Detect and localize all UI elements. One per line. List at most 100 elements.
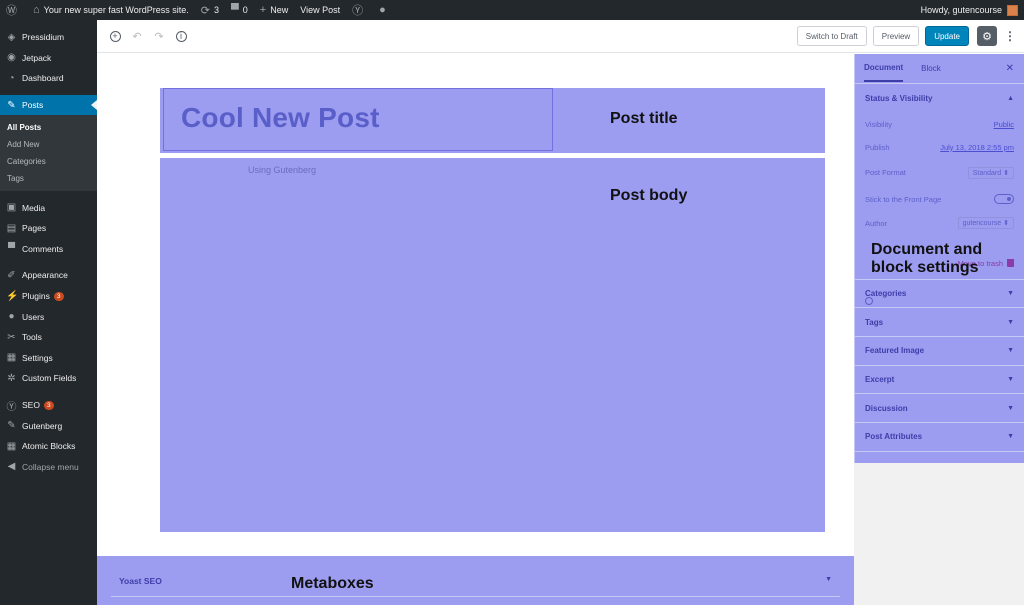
- panel-discussion[interactable]: Discussion ▼: [855, 394, 1024, 424]
- sidebar-item-jetpack[interactable]: ◉ Jetpack: [0, 48, 97, 69]
- metabox-divider: [111, 596, 840, 597]
- publish-date-toggle[interactable]: July 13, 2018 2:55 pm: [940, 143, 1014, 152]
- preview-button[interactable]: Preview: [872, 26, 920, 46]
- chevron-down-icon: ▼: [1007, 318, 1014, 326]
- sidebar-item-dashboard[interactable]: ◔ Dashboard: [0, 68, 97, 89]
- sidebar-item-tools[interactable]: ✂ Tools: [0, 327, 97, 348]
- post-title-input[interactable]: Cool New Post: [181, 102, 380, 134]
- redo-icon: ↷: [154, 30, 164, 43]
- panel-post-attributes[interactable]: Post Attributes ▼: [855, 423, 1024, 452]
- posts-submenu: All Posts Add New Categories Tags: [0, 115, 97, 192]
- settings-icon: ▦: [6, 352, 17, 364]
- annotation-post-body: Post body: [610, 187, 688, 204]
- panel-featured-image[interactable]: Featured Image ▼: [855, 337, 1024, 366]
- sidebar-item-custom-fields[interactable]: ✲ Custom Fields: [0, 368, 97, 389]
- visibility-toggle[interactable]: Public: [994, 120, 1014, 129]
- gear-icon: ⚙: [982, 30, 992, 43]
- updates-link[interactable]: ⟳ 3: [195, 0, 225, 20]
- chevron-down-icon[interactable]: ▼: [825, 576, 832, 583]
- panel-tags[interactable]: Tags ▼: [855, 308, 1024, 338]
- plus-icon: +: [259, 4, 267, 16]
- pages-icon: ▤: [6, 222, 17, 234]
- chevron-down-icon: ▼: [1007, 347, 1014, 355]
- sidebar-item-posts[interactable]: ✎ Posts: [0, 94, 97, 116]
- refresh-icon: ⟳: [200, 4, 210, 17]
- info-button[interactable]: i: [173, 28, 189, 44]
- avatar: [1007, 4, 1018, 16]
- jetpack-icon: ◉: [7, 52, 16, 64]
- sidebar-item-users[interactable]: ● Users: [0, 306, 97, 327]
- add-block-button[interactable]: +: [107, 28, 123, 44]
- wrench-icon: ✂: [7, 331, 16, 343]
- view-post-link[interactable]: View Post: [294, 0, 346, 20]
- chevron-down-icon: ▼: [1007, 290, 1014, 298]
- panel-status-visibility[interactable]: Status & Visibility ▲: [855, 84, 1024, 113]
- sidebar-empty-area: [854, 463, 1024, 605]
- sidebar-item-plugins[interactable]: ⚡ Plugins 3: [0, 286, 97, 307]
- submenu-categories[interactable]: Categories: [0, 153, 97, 170]
- submenu-all-posts[interactable]: All Posts: [0, 119, 97, 136]
- status-dot-icon[interactable]: ●: [373, 0, 396, 20]
- account-menu[interactable]: Howdy, gutencourse: [921, 4, 1024, 16]
- kebab-menu-icon: ⋮: [1004, 29, 1016, 43]
- sidebar-item-pages[interactable]: ▤ Pages: [0, 218, 97, 239]
- annotation-post-title: Post title: [610, 110, 678, 127]
- editor-canvas: Cool New Post Post title Using Gutenberg…: [97, 54, 854, 556]
- undo-button[interactable]: ↶: [129, 28, 145, 44]
- comments-link[interactable]: ▀ 0: [225, 0, 254, 20]
- sidebar-item-appearance[interactable]: ✐ Appearance: [0, 265, 97, 286]
- comments-icon: ▀: [7, 243, 16, 255]
- sidebar-item-media[interactable]: ▣ Media: [0, 197, 97, 218]
- blocks-icon: ▦: [6, 440, 17, 452]
- author-select[interactable]: gutencourse ⬍: [957, 217, 1014, 230]
- seo-badge: 3: [43, 400, 54, 410]
- trash-icon: [1007, 259, 1014, 268]
- sticky-toggle[interactable]: [994, 194, 1014, 205]
- admin-bar: Ⓦ ⌂ Your new super fast WordPress site. ⟳…: [0, 0, 1024, 20]
- metaboxes-region: Yoast SEO ▼: [97, 556, 854, 605]
- yoast-icon: Ⓨ: [6, 401, 17, 413]
- sidebar-item-collapse-menu[interactable]: ◀ Collapse menu: [0, 457, 97, 478]
- select-arrows-icon: ⬍: [1003, 220, 1009, 228]
- yoast-adminbar-icon[interactable]: Ⓨ: [346, 0, 373, 20]
- gutenberg-icon: ✎: [7, 420, 16, 432]
- yoast-seo-metabox-title[interactable]: Yoast SEO: [119, 576, 162, 586]
- paragraph-block[interactable]: Using Gutenberg: [248, 165, 316, 175]
- more-options-button[interactable]: ⋮: [1004, 29, 1016, 43]
- post-format-select[interactable]: Standard ⬍: [967, 166, 1014, 179]
- sidebar-item-comments[interactable]: ▀ Comments: [0, 239, 97, 260]
- new-content-link[interactable]: + New: [254, 0, 294, 20]
- update-button[interactable]: Update: [925, 26, 969, 46]
- sidebar-item-pressidium[interactable]: ◈ Pressidium: [0, 27, 97, 48]
- sidebar-item-seo[interactable]: Ⓨ SEO 3: [0, 395, 97, 416]
- pin-icon: ✎: [7, 99, 16, 111]
- sidebar-item-gutenberg[interactable]: ✎ Gutenberg: [0, 415, 97, 436]
- sidebar-item-settings[interactable]: ▦ Settings: [0, 348, 97, 369]
- tab-block[interactable]: Block: [921, 56, 941, 81]
- chevron-down-icon: ▼: [1007, 433, 1014, 441]
- chevron-down-icon: ▼: [1007, 376, 1014, 384]
- info-icon: i: [175, 30, 187, 42]
- annotation-document-settings: Document and block settings: [871, 241, 983, 276]
- submenu-add-new[interactable]: Add New: [0, 136, 97, 153]
- settings-toggle-button[interactable]: ⚙: [977, 26, 997, 46]
- tab-document[interactable]: Document: [864, 55, 904, 82]
- close-icon[interactable]: ✕: [1006, 63, 1014, 74]
- undo-icon: ↶: [132, 30, 142, 43]
- gear-icon: ✲: [7, 372, 16, 384]
- post-body-region[interactable]: [160, 158, 825, 532]
- pending-review-checkbox[interactable]: [865, 296, 873, 305]
- comment-bubble-icon: ▀: [230, 4, 239, 16]
- site-name-link[interactable]: ⌂ Your new super fast WordPress site.: [27, 0, 195, 20]
- plugin-icon: ⚡: [6, 290, 19, 302]
- admin-sidebar: ◈ Pressidium ◉ Jetpack ◔ Dashboard ✎ Posts A…: [0, 20, 97, 605]
- redo-button[interactable]: ↷: [151, 28, 167, 44]
- switch-to-draft-button[interactable]: Switch to Draft: [796, 26, 867, 46]
- wordpress-logo-icon[interactable]: Ⓦ: [0, 0, 27, 20]
- users-icon: ●: [8, 311, 15, 323]
- panel-excerpt[interactable]: Excerpt ▼: [855, 366, 1024, 395]
- editor-toolbar: + ↶ ↷ i Switch to Draft Preview Update ⚙…: [97, 20, 1024, 53]
- panel-categories[interactable]: Categories ▼: [855, 280, 1024, 309]
- submenu-tags[interactable]: Tags: [0, 170, 97, 187]
- sidebar-item-atomic-blocks[interactable]: ▦ Atomic Blocks: [0, 436, 97, 457]
